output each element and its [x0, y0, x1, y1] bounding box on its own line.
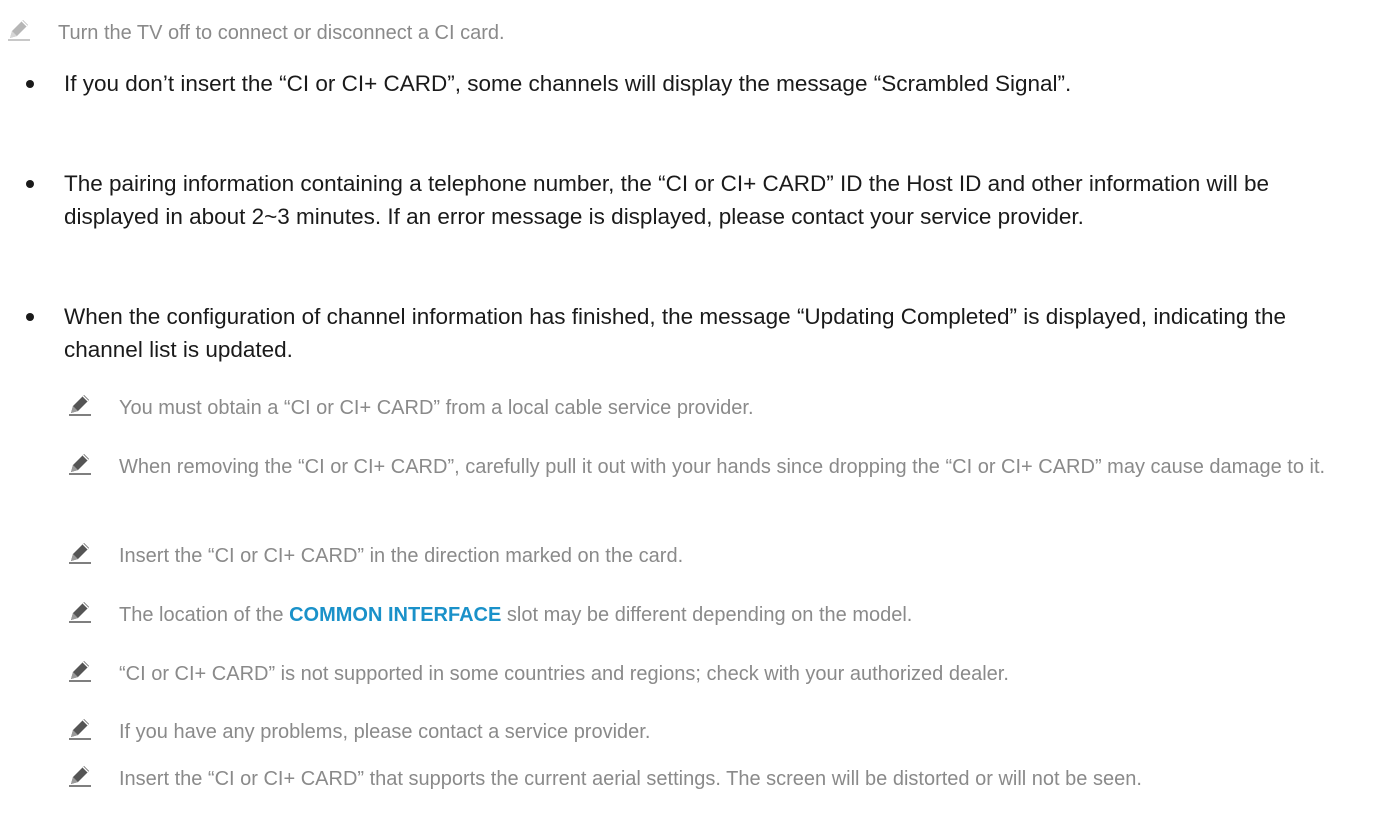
pencil-icon — [69, 602, 91, 623]
bullet-item: When the configuration of channel inform… — [26, 300, 1356, 366]
sub-note-text: Insert the “CI or CI+ CARD” in the direc… — [119, 545, 684, 567]
common-interface-highlight: COMMON INTERFACE — [289, 604, 502, 626]
pencil-icon — [69, 543, 91, 564]
pencil-icon — [69, 719, 91, 740]
pencil-icon — [69, 661, 91, 682]
sub-note: You must obtain a “CI or CI+ CARD” from … — [67, 393, 1357, 423]
document-page: Turn the TV off to connect or disconnect… — [0, 0, 1373, 828]
pencil-icon — [69, 766, 91, 787]
sub-note-text: “CI or CI+ CARD” is not supported in som… — [119, 663, 1009, 685]
sub-note-text: If you have any problems, please contact… — [119, 721, 651, 743]
pencil-icon — [8, 20, 30, 41]
bullet-text: The pairing information containing a tel… — [64, 171, 1269, 229]
text-after: slot may be different depending on the m… — [501, 604, 913, 626]
bullet-item: The pairing information containing a tel… — [26, 167, 1356, 233]
sub-note: The location of the COMMON INTERFACE slo… — [67, 600, 1357, 630]
sub-note: Insert the “CI or CI+ CARD” that support… — [67, 764, 1357, 794]
sub-note: Insert the “CI or CI+ CARD” in the direc… — [67, 541, 1357, 571]
bullet-dot — [26, 80, 34, 88]
sub-note: “CI or CI+ CARD” is not supported in som… — [67, 659, 1357, 689]
top-note-text: Turn the TV off to connect or disconnect… — [58, 22, 505, 44]
sub-note-text: Insert the “CI or CI+ CARD” that support… — [119, 768, 1142, 790]
bullet-dot — [26, 313, 34, 321]
pencil-icon — [69, 454, 91, 475]
sub-note-text: The location of the COMMON INTERFACE slo… — [119, 600, 912, 630]
sub-note: If you have any problems, please contact… — [67, 717, 1357, 747]
pencil-icon — [69, 395, 91, 416]
top-note: Turn the TV off to connect or disconnect… — [6, 18, 1366, 48]
text-before: The location of the — [119, 604, 290, 626]
sub-note-text: You must obtain a “CI or CI+ CARD” from … — [119, 397, 754, 419]
bullet-text: If you don’t insert the “CI or CI+ CARD”… — [64, 71, 1072, 96]
sub-note: When removing the “CI or CI+ CARD”, care… — [67, 452, 1357, 482]
bullet-item: If you don’t insert the “CI or CI+ CARD”… — [26, 67, 1356, 100]
bullet-dot — [26, 180, 34, 188]
sub-note-text: When removing the “CI or CI+ CARD”, care… — [119, 456, 1326, 478]
bullet-text: When the configuration of channel inform… — [64, 304, 1286, 362]
